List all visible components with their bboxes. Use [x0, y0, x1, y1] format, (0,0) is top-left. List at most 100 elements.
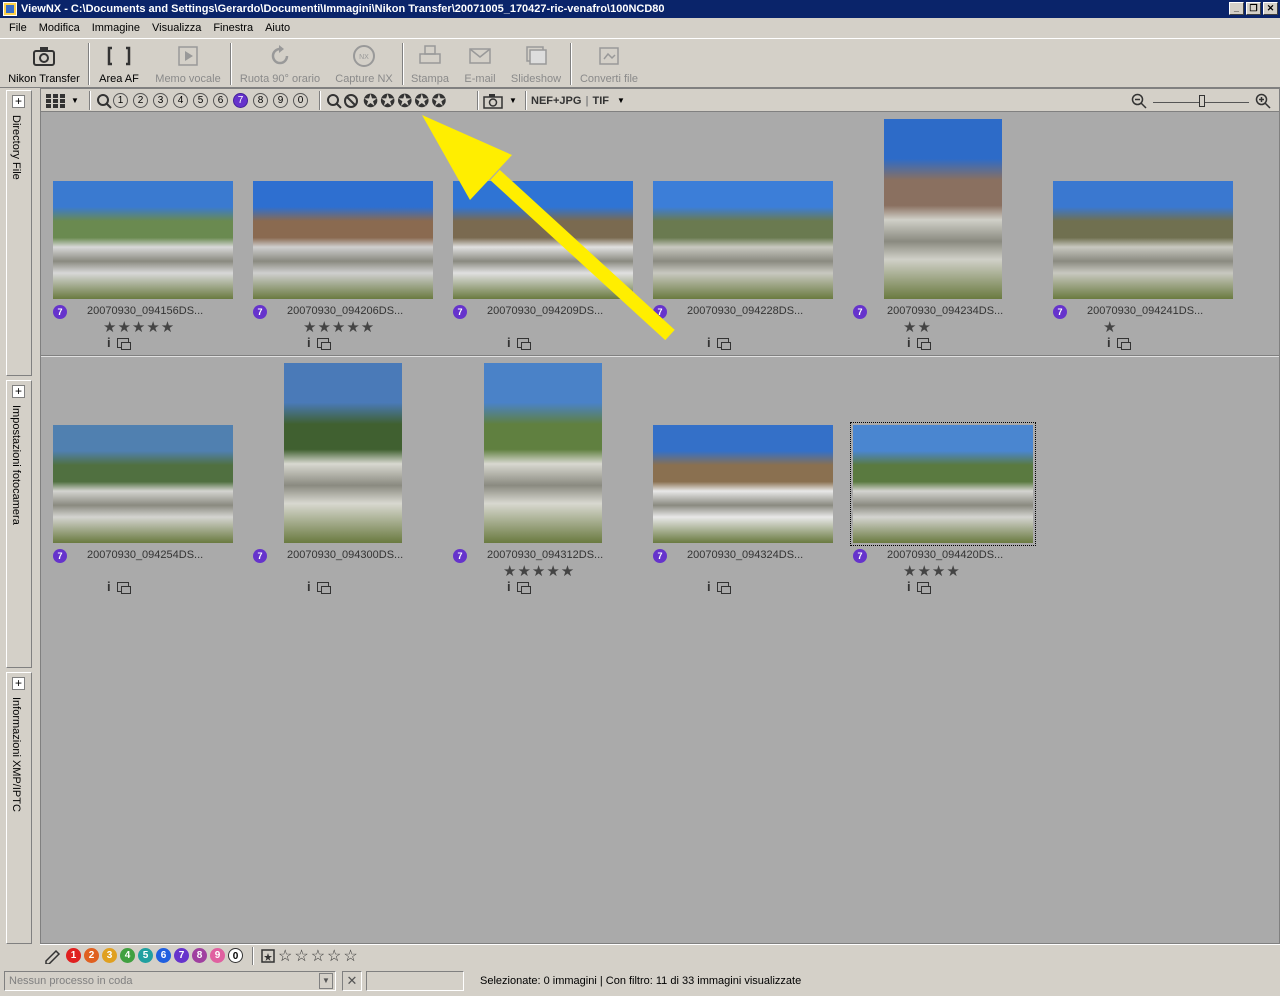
label-button-5[interactable]: 5 [138, 948, 153, 963]
memo-vocale-button[interactable]: Memo vocale [150, 39, 226, 87]
zoom-slider-thumb[interactable] [1199, 94, 1205, 107]
rating-3-star-icon[interactable]: ✪ [397, 92, 412, 110]
thumbnail-item[interactable]: 7 20070930_094228DS... i [641, 113, 841, 353]
overlay-icon[interactable] [716, 581, 731, 594]
directory-file-tab[interactable]: + Directory File [6, 90, 32, 376]
label-button-6[interactable]: 6 [156, 948, 171, 963]
label-button-9[interactable]: 9 [210, 948, 225, 963]
rating-tool-icon[interactable] [260, 948, 276, 964]
email-button[interactable]: E-mail [458, 39, 502, 87]
info-icon[interactable]: i [707, 335, 711, 350]
minimize-button[interactable]: _ [1229, 2, 1244, 15]
camera-filter-button[interactable]: ▼ [483, 92, 517, 109]
overlay-icon[interactable] [116, 337, 131, 350]
stampa-button[interactable]: Stampa [406, 39, 454, 87]
menu-file[interactable]: File [3, 22, 33, 34]
label-filter-5[interactable]: 5 [193, 93, 208, 108]
slideshow-button[interactable]: Slideshow [506, 39, 566, 87]
thumbnail-item[interactable]: 7 20070930_094209DS... i [441, 113, 641, 353]
dropdown-arrow-icon[interactable]: ▼ [71, 96, 79, 105]
label-filter-2[interactable]: 2 [133, 93, 148, 108]
area-af-button[interactable]: Area AF [92, 39, 146, 87]
zoom-in-icon[interactable] [1255, 93, 1271, 109]
format-filter[interactable]: NEF+JPG | TIF ▼ [531, 92, 625, 109]
menu-aiuto[interactable]: Aiuto [259, 22, 296, 34]
maximize-button[interactable]: ❐ [1246, 2, 1261, 15]
thumbnail-item[interactable]: 7 20070930_094206DS... ★★★★★ i [241, 113, 441, 353]
rotate-button[interactable]: Ruota 90° orario [236, 39, 324, 87]
dropdown-arrow-icon[interactable]: ▼ [617, 96, 625, 105]
info-icon[interactable]: i [907, 335, 911, 350]
rating-4-star-icon[interactable]: ✪ [414, 92, 429, 110]
label-button-8[interactable]: 8 [192, 948, 207, 963]
photo-thumbnail[interactable] [53, 181, 233, 299]
photo-thumbnail[interactable] [653, 425, 833, 543]
photo-thumbnail[interactable] [53, 425, 233, 543]
overlay-icon[interactable] [516, 581, 531, 594]
converti-file-button[interactable]: Converti file [576, 39, 642, 87]
thumbnail-item[interactable]: 7 20070930_094312DS... ★★★★★ i [441, 357, 641, 597]
label-filter-4[interactable]: 4 [173, 93, 188, 108]
rating-2-star-icon[interactable]: ✪ [380, 92, 395, 110]
zoom-out-icon[interactable] [1131, 93, 1147, 109]
overlay-icon[interactable] [516, 337, 531, 350]
rating-stars[interactable]: ☆☆☆☆☆ [278, 946, 360, 966]
label-filter-7[interactable]: 7 [233, 93, 248, 108]
camera-settings-tab[interactable]: + Impostazioni fotocamera [6, 380, 32, 668]
photo-thumbnail[interactable] [853, 425, 1033, 543]
label-button-4[interactable]: 4 [120, 948, 135, 963]
overlay-icon[interactable] [116, 581, 131, 594]
info-icon[interactable]: i [907, 579, 911, 594]
thumbnail-item[interactable]: 7 20070930_094156DS... ★★★★★ i [41, 113, 241, 353]
label-button-2[interactable]: 2 [84, 948, 99, 963]
label-filter-0[interactable]: 0 [293, 93, 308, 108]
overlay-icon[interactable] [1116, 337, 1131, 350]
label-filter-1[interactable]: 1 [113, 93, 128, 108]
photo-thumbnail[interactable] [453, 181, 633, 299]
xmp-iptc-tab[interactable]: + Informazioni XMP/IPTC [6, 672, 32, 944]
dropdown-arrow-icon[interactable]: ▼ [509, 96, 517, 105]
rating-1-star-icon[interactable]: ✪ [363, 92, 378, 110]
info-icon[interactable]: i [107, 335, 111, 350]
capture-nx-button[interactable]: NX Capture NX [330, 39, 398, 87]
label-button-7[interactable]: 7 [174, 948, 189, 963]
overlay-icon[interactable] [316, 581, 331, 594]
thumbnail-item[interactable]: 7 20070930_094234DS... ★★ i [841, 113, 1041, 353]
info-icon[interactable]: i [1107, 335, 1111, 350]
close-button[interactable]: ✕ [1263, 2, 1278, 15]
photo-thumbnail[interactable] [1053, 181, 1233, 299]
thumbnail-item[interactable]: 7 20070930_094324DS... i [641, 357, 841, 597]
thumbnail-item[interactable]: 7 20070930_094300DS... i [241, 357, 441, 597]
no-rating-icon[interactable] [343, 93, 359, 109]
thumbnail-item[interactable]: 7 20070930_094241DS... ★ i [1041, 113, 1241, 353]
menu-visualizza[interactable]: Visualizza [146, 22, 207, 34]
menu-modifica[interactable]: Modifica [33, 22, 86, 34]
view-mode-button[interactable]: ▼ [45, 92, 79, 109]
menu-finestra[interactable]: Finestra [207, 22, 259, 34]
label-button-1[interactable]: 1 [66, 948, 81, 963]
cancel-queue-button[interactable]: ✕ [342, 971, 362, 991]
expand-icon[interactable]: + [12, 677, 25, 690]
label-button-0[interactable]: 0 [228, 948, 243, 963]
overlay-icon[interactable] [316, 337, 331, 350]
photo-thumbnail[interactable] [884, 119, 1002, 299]
info-icon[interactable]: i [307, 579, 311, 594]
info-icon[interactable]: i [107, 579, 111, 594]
info-icon[interactable]: i [707, 579, 711, 594]
label-filter-8[interactable]: 8 [253, 93, 268, 108]
photo-thumbnail[interactable] [653, 181, 833, 299]
expand-icon[interactable]: + [12, 95, 25, 108]
info-icon[interactable]: i [507, 335, 511, 350]
label-filter-3[interactable]: 3 [153, 93, 168, 108]
info-icon[interactable]: i [507, 579, 511, 594]
label-filter-9[interactable]: 9 [273, 93, 288, 108]
pencil-label-icon[interactable] [44, 948, 62, 964]
menu-immagine[interactable]: Immagine [86, 22, 146, 34]
expand-icon[interactable]: + [12, 385, 25, 398]
overlay-icon[interactable] [916, 581, 931, 594]
label-filter-6[interactable]: 6 [213, 93, 228, 108]
queue-dropdown-arrow-icon[interactable]: ▼ [319, 973, 333, 989]
thumbnail-item[interactable]: 7 20070930_094420DS... ★★★★ i [841, 357, 1041, 597]
info-icon[interactable]: i [307, 335, 311, 350]
overlay-icon[interactable] [716, 337, 731, 350]
